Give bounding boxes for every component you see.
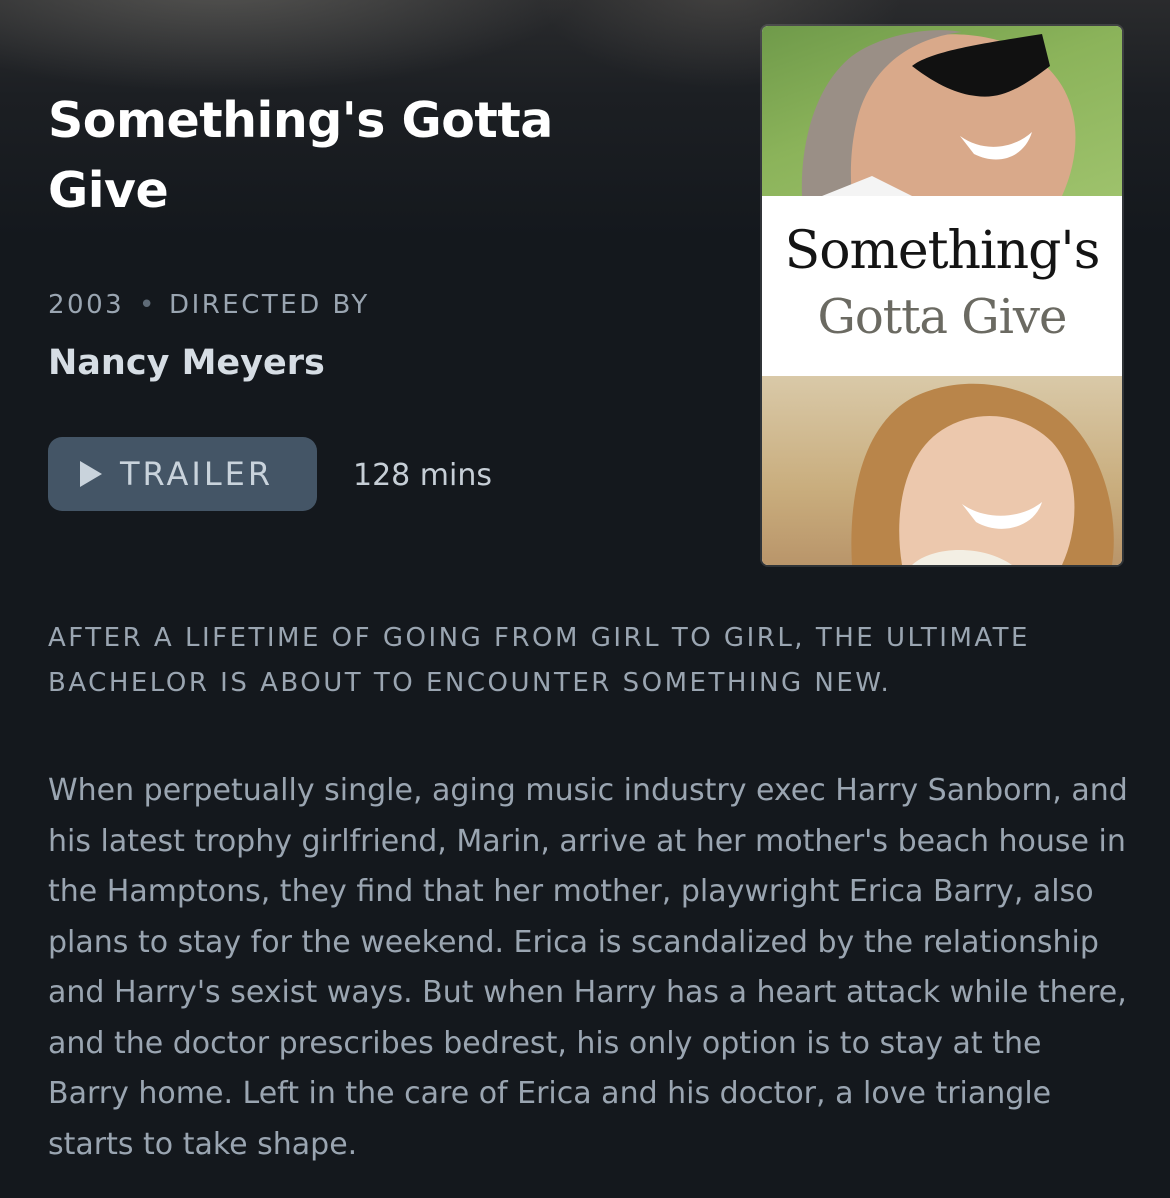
- trailer-button[interactable]: TRAILER: [48, 437, 317, 511]
- film-title: Something's Gotta Give: [48, 92, 553, 219]
- poster-title-line-1: Something's: [784, 221, 1101, 281]
- poster-bottom-photo: [762, 376, 1122, 565]
- poster-title-line-2: Gotta Give: [817, 289, 1068, 345]
- meta-separator: •: [138, 290, 155, 320]
- film-poster[interactable]: Something's Gotta Give: [762, 26, 1122, 565]
- film-synopsis: When perpetually single, aging music ind…: [48, 773, 1128, 1162]
- runtime: 128 mins: [353, 458, 492, 493]
- film-meta: 2003 • DIRECTED BY: [48, 290, 370, 320]
- film-tagline: AFTER A LIFETIME OF GOING FROM GIRL TO G…: [48, 623, 1030, 698]
- director-name[interactable]: Nancy Meyers: [48, 343, 325, 383]
- release-year[interactable]: 2003: [48, 290, 124, 320]
- directed-by-label: DIRECTED BY: [169, 290, 370, 320]
- trailer-button-label: TRAILER: [120, 455, 274, 493]
- play-icon: [80, 461, 102, 487]
- poster-top-photo: [762, 26, 1122, 196]
